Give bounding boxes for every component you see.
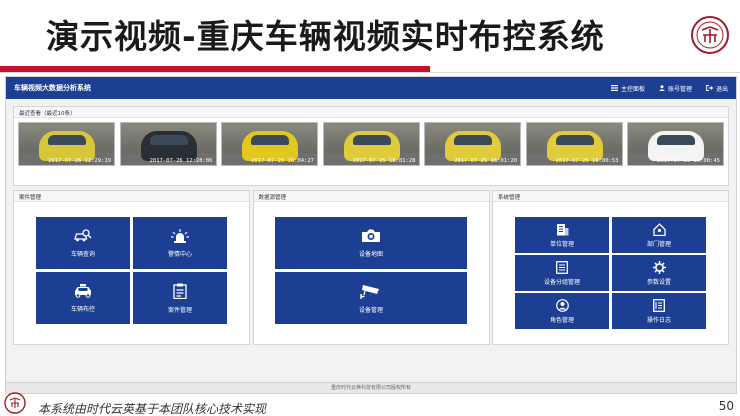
log-icon	[653, 298, 665, 312]
tile-label: 案件管理	[167, 306, 192, 314]
house-icon	[652, 222, 666, 236]
thumbnail-timestamp: 2017-07-26 12:28:06	[149, 158, 213, 164]
vehicle-thumbnail[interactable]: 2017-07-25 16:04:27	[221, 122, 318, 166]
device-map-tile[interactable]: 设备地图	[275, 217, 467, 269]
page-number: 50	[718, 399, 734, 413]
vehicle-thumbnail[interactable]: 2017-07-25 16:01:20	[424, 122, 521, 166]
list-doc-icon	[556, 260, 568, 274]
thumbnail-timestamp: 2017-07-25 16:01:28	[352, 158, 416, 164]
vehicle-thumbnail[interactable]: 2017-07-25 16:01:28	[322, 122, 420, 166]
thumbnail-strip: 2017-07-26 12:29:19 2017-07-26 12:28:06 …	[14, 118, 728, 166]
vehicle-thumbnail[interactable]: 2017-07-25 16:00:45	[627, 122, 724, 166]
tile-label: 设备管理	[358, 306, 383, 314]
app-footer-copyright: 重庆时代云英科技有限公司版权所有	[6, 382, 736, 393]
thumbnail-timestamp: 2017-07-25 16:01:20	[454, 158, 517, 164]
camera-icon	[362, 229, 380, 242]
department-management-tile[interactable]: 部门管理	[612, 217, 706, 253]
operation-log-tile[interactable]: 操作日志	[612, 293, 706, 329]
nav-account[interactable]: 账号管理	[658, 84, 692, 93]
role-management-tile[interactable]: 角色管理	[515, 293, 609, 329]
nav-dashboard-label: 主控面板	[620, 85, 645, 93]
tile-label: 操作日志	[646, 316, 671, 324]
module-heading: 案件管理	[14, 191, 249, 202]
parameter-settings-tile[interactable]: 参数设置	[612, 255, 706, 291]
tile-label: 单位管理	[549, 240, 574, 248]
app-title: 车辆视频大数据分析系统	[14, 84, 91, 92]
nav-account-label: 账号管理	[667, 85, 692, 93]
case-management-panel: 案件管理 车辆查询 警情中心 车辆布控 案件管理	[13, 190, 250, 345]
module-heading: 系统管理	[493, 191, 728, 202]
module-heading: 数据源管理	[253, 191, 489, 202]
module-panels: 案件管理 车辆查询 警情中心 车辆布控 案件管理 数据源管理 设备地图 设备管理…	[13, 190, 729, 345]
thumbnail-timestamp: 2017-07-25 16:00:53	[555, 158, 619, 164]
nav-logout-label: 退出	[715, 85, 728, 93]
cctv-icon	[360, 284, 379, 299]
slide-footnote: 本系统由时代云英基于本团队核心技术实现	[38, 402, 267, 416]
tile-label: 设备分组管理	[543, 278, 580, 286]
thumbnail-timestamp: 2017-07-25 16:00:45	[657, 158, 720, 164]
app-window: 车辆视频大数据分析系统 主控面板 账号管理 退出 最近查看（最近10条） 201…	[5, 76, 737, 394]
thumbnail-timestamp: 2017-07-26 12:29:19	[48, 158, 111, 164]
recent-views-heading: 最近查看（最近10条）	[14, 107, 728, 118]
tile-label: 角色管理	[549, 316, 574, 324]
university-seal-small-logo	[4, 392, 26, 414]
tile-label: 车辆查询	[70, 250, 95, 258]
thumbnail-timestamp: 2017-07-25 16:04:27	[251, 158, 314, 164]
app-header: 车辆视频大数据分析系统 主控面板 账号管理 退出	[6, 77, 736, 99]
device-management-tile[interactable]: 设备管理	[275, 272, 467, 324]
gear-icon	[652, 260, 666, 274]
vehicle-search-tile[interactable]: 车辆查询	[36, 217, 130, 269]
unit-management-tile[interactable]: 单位管理	[515, 217, 609, 253]
system-management-panel: 系统管理 单位管理 部门管理 设备分组管理 参数设置 角色管理 操作日志	[492, 190, 729, 345]
tile-label: 车辆布控	[70, 305, 95, 313]
car-search-icon	[74, 228, 92, 241]
vehicle-control-tile[interactable]: 车辆布控	[36, 272, 130, 324]
alarm-center-tile[interactable]: 警情中心	[133, 217, 227, 269]
vehicle-thumbnail[interactable]: 2017-07-25 16:00:53	[525, 122, 623, 166]
alarm-light-icon	[171, 228, 189, 243]
device-group-tile[interactable]: 设备分组管理	[515, 255, 609, 291]
building-icon	[556, 223, 568, 235]
nav-logout[interactable]: 退出	[706, 84, 728, 93]
tile-label: 部门管理	[646, 240, 671, 248]
person-icon	[555, 298, 569, 312]
logout-icon	[706, 85, 713, 91]
list-icon	[610, 85, 618, 91]
taxi-icon	[75, 283, 91, 298]
vehicle-thumbnail[interactable]: 2017-07-26 12:29:19	[18, 122, 115, 166]
case-management-tile[interactable]: 案件管理	[133, 272, 227, 324]
recent-views-panel: 最近查看（最近10条） 2017-07-26 12:29:19 2017-07-…	[13, 106, 729, 186]
vehicle-thumbnail[interactable]: 2017-07-26 12:28:06	[119, 122, 217, 166]
title-divider	[0, 72, 740, 73]
university-seal-logo	[691, 16, 729, 54]
slide-title: 演示视频-重庆车辆视频实时布控系统	[46, 17, 605, 56]
data-source-panel: 数据源管理 设备地图 设备管理	[252, 190, 490, 345]
tile-label: 警情中心	[167, 250, 192, 258]
clipboard-icon	[173, 283, 187, 299]
nav-dashboard[interactable]: 主控面板	[610, 84, 645, 93]
user-icon	[658, 85, 665, 91]
tile-label: 参数设置	[646, 278, 671, 286]
tile-label: 设备地图	[358, 251, 383, 258]
